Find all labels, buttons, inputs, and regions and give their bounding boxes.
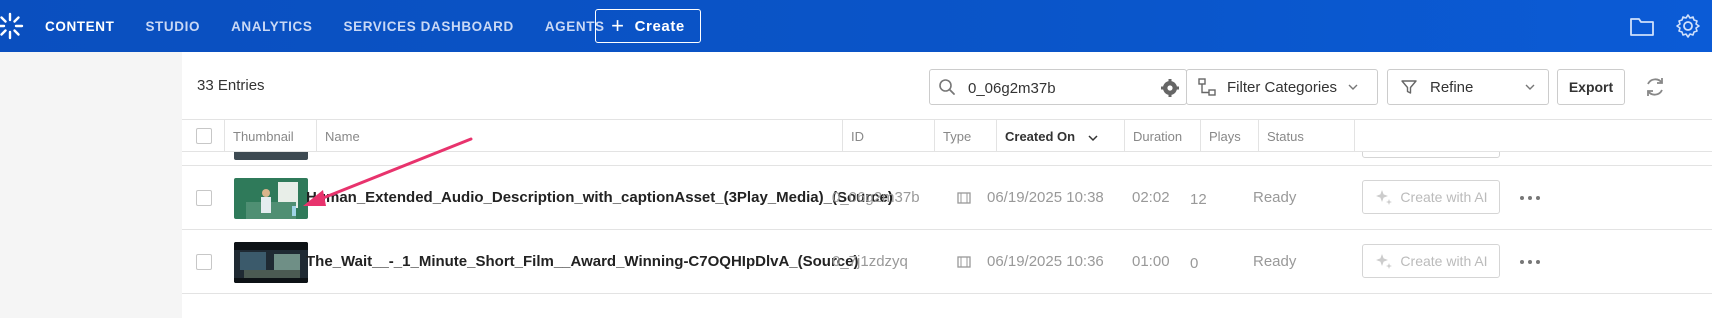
video-icon: [957, 192, 971, 204]
entry-plays: 0: [1190, 255, 1199, 272]
entry-name[interactable]: Human_Extended_Audio_Description_with_ca…: [306, 166, 893, 230]
entries-count: 33 Entries: [197, 77, 265, 94]
column-header-duration[interactable]: Duration: [1124, 120, 1200, 153]
video-thumbnail[interactable]: [234, 242, 308, 283]
column-header-id[interactable]: ID: [842, 120, 934, 153]
search-input[interactable]: [968, 77, 1148, 99]
created-on-label: Created On: [1005, 129, 1076, 144]
thumbnail-image: [234, 242, 308, 283]
entry-status: Ready: [1253, 253, 1297, 270]
column-header-plays[interactable]: Plays: [1200, 120, 1258, 153]
sparkle-icon: [1376, 254, 1393, 269]
create-button-label: Create: [634, 17, 685, 35]
folder-icon[interactable]: [1628, 12, 1656, 40]
create-button[interactable]: + Create: [595, 9, 701, 43]
nav-item-services-dashboard[interactable]: SERVICES DASHBOARD: [343, 19, 513, 34]
filter-categories-label: Filter Categories: [1227, 78, 1338, 96]
refresh-icon[interactable]: [1642, 74, 1668, 100]
top-nav-bar: CONTENT STUDIO ANALYTICS SERVICES DASHBO…: [0, 0, 1712, 52]
main-nav: CONTENT STUDIO ANALYTICS SERVICES DASHBO…: [45, 0, 636, 52]
thumbnail-partial: [234, 152, 308, 160]
column-header-thumbnail: Thumbnail: [224, 120, 316, 153]
category-tree-icon: [1198, 78, 1216, 96]
entry-created-on: 06/19/2025 10:36: [987, 253, 1104, 270]
create-with-ai-button[interactable]: Create with AI: [1362, 180, 1500, 214]
column-header-created-on[interactable]: Created On: [996, 120, 1124, 153]
nav-item-content[interactable]: CONTENT: [45, 19, 114, 34]
table-row[interactable]: The_Wait__-_1_Minute_Short_Film__Award_W…: [182, 230, 1712, 294]
entry-duration: 02:02: [1132, 189, 1170, 206]
funnel-icon: [1401, 80, 1417, 94]
filter-categories-button[interactable]: Filter Categories: [1186, 69, 1378, 105]
refine-label: Refine: [1430, 78, 1474, 96]
entry-status: Ready: [1253, 189, 1297, 206]
more-options-icon[interactable]: [1518, 252, 1542, 272]
nav-item-analytics[interactable]: ANALYTICS: [231, 19, 312, 34]
entry-name[interactable]: The_Wait__-_1_Minute_Short_Film__Award_W…: [306, 230, 858, 294]
create-with-ai-label: Create with AI: [1400, 253, 1488, 269]
table-row-partial: [182, 152, 1712, 166]
column-header-type[interactable]: Type: [934, 120, 996, 153]
export-button[interactable]: Export: [1557, 69, 1625, 105]
entry-id: 0_06g2m37b: [832, 189, 920, 206]
row-checkbox[interactable]: [196, 254, 212, 270]
entry-id: 0_7j1zdzyq: [832, 253, 908, 270]
entry-plays: 12: [1190, 191, 1207, 208]
table-row[interactable]: Human_Extended_Audio_Description_with_ca…: [182, 166, 1712, 230]
video-icon: [957, 256, 971, 268]
search-settings-icon[interactable]: [1160, 78, 1180, 98]
table-header: Thumbnail Name ID Type Created On Durati…: [182, 119, 1712, 153]
search-icon: [939, 79, 955, 95]
gear-icon[interactable]: [1674, 12, 1702, 40]
entries-panel: 33 Entries Filter Categories: [182, 52, 1712, 318]
refine-button[interactable]: Refine: [1387, 69, 1549, 105]
search-box[interactable]: [929, 69, 1187, 105]
row-checkbox[interactable]: [196, 190, 212, 206]
sparkle-icon: [1376, 190, 1393, 205]
chevron-down-icon: [1348, 84, 1358, 90]
create-with-ai-label: Create with AI: [1400, 189, 1488, 205]
column-header-actions: [1354, 120, 1712, 153]
column-header-status[interactable]: Status: [1258, 120, 1354, 153]
entry-duration: 01:00: [1132, 253, 1170, 270]
kaltura-logo-icon[interactable]: [0, 10, 26, 42]
select-all-checkbox[interactable]: [196, 128, 212, 144]
create-with-ai-button-partial[interactable]: [1362, 152, 1500, 158]
thumbnail-image: [234, 178, 308, 219]
more-options-icon[interactable]: [1518, 188, 1542, 208]
video-thumbnail[interactable]: [234, 178, 308, 219]
entry-created-on: 06/19/2025 10:38: [987, 189, 1104, 206]
plus-icon: +: [611, 13, 625, 38]
column-header-name[interactable]: Name: [316, 120, 842, 153]
sort-descending-icon: [1088, 135, 1098, 141]
chevron-down-icon: [1525, 84, 1535, 90]
nav-item-studio[interactable]: STUDIO: [145, 19, 200, 34]
create-with-ai-button[interactable]: Create with AI: [1362, 244, 1500, 278]
